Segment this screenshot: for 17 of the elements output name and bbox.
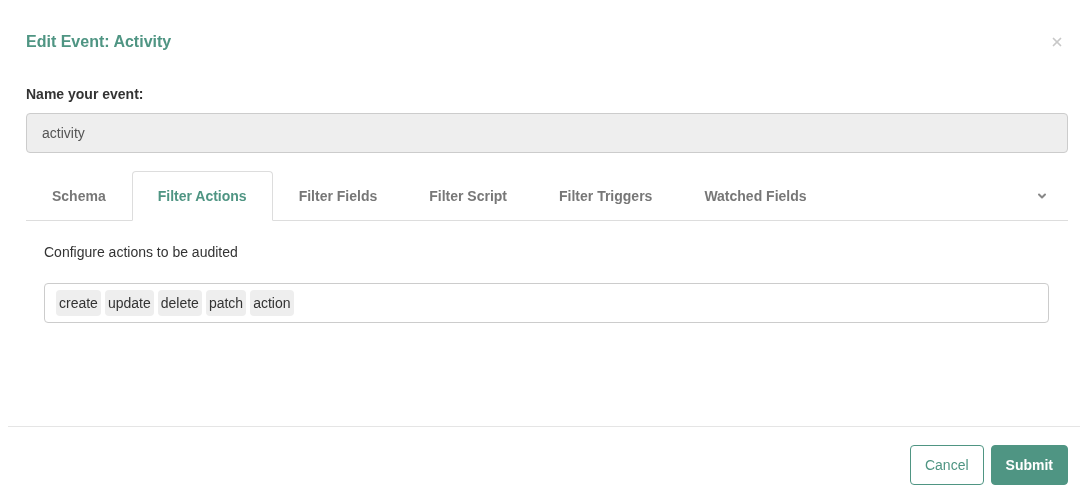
- action-tag: delete: [157, 290, 202, 316]
- action-tag: update: [104, 290, 154, 316]
- field-label: Name your event:: [26, 85, 145, 104]
- panel-description: Configure actions to be audited: [44, 243, 239, 262]
- tab[interactable]: Filter Actions: [131, 171, 273, 221]
- action-tag: patch: [205, 290, 247, 316]
- dialog-title: Edit Event: Activity: [26, 32, 172, 52]
- action-tag: action: [250, 290, 294, 316]
- tab[interactable]: Watched Fields: [678, 171, 833, 221]
- tab[interactable]: Schema: [26, 171, 132, 221]
- tab[interactable]: Filter Triggers: [533, 171, 679, 221]
- submit-button[interactable]: Submit: [990, 445, 1068, 485]
- tab[interactable]: Filter Fields: [272, 171, 404, 221]
- tab[interactable]: Filter Script: [403, 171, 533, 221]
- actions-tag-field[interactable]: create update delete patch action: [44, 283, 1049, 323]
- action-tag: create: [56, 290, 101, 316]
- cancel-button[interactable]: Cancel: [909, 445, 984, 485]
